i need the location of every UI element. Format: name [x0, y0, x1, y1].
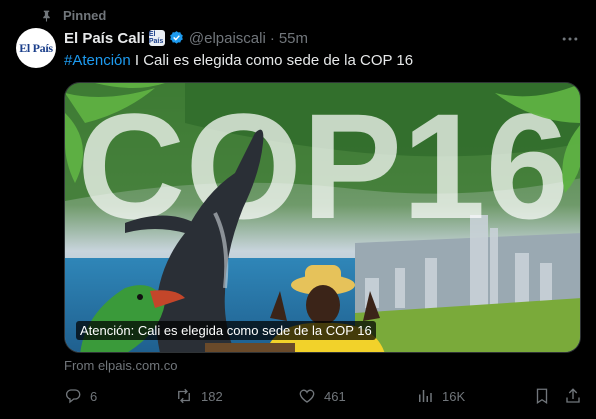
reply-count: 6: [90, 388, 98, 404]
like-icon: [299, 389, 315, 403]
avatar-logo-text: El País: [19, 40, 53, 55]
avatar[interactable]: El País: [16, 28, 56, 68]
verified-icon[interactable]: [168, 30, 185, 47]
cop16-image: COP16: [65, 83, 580, 352]
pinned-indicator: Pinned: [40, 6, 106, 24]
views-button[interactable]: 16K: [416, 387, 465, 405]
pinned-label: Pinned: [63, 7, 107, 23]
tweet-text: #Atención I Cali es elegida como sede de…: [64, 51, 413, 71]
tweet[interactable]: Pinned El País El País Cali El País @elp…: [0, 0, 596, 419]
share-button[interactable]: [564, 387, 590, 405]
like-button[interactable]: 461: [298, 387, 346, 405]
repost-button[interactable]: 182: [175, 387, 223, 405]
link-source[interactable]: From elpais.com.co: [64, 358, 177, 373]
affiliate-badge[interactable]: El País: [148, 30, 165, 46]
timestamp[interactable]: 55m: [279, 30, 308, 47]
bookmark-button[interactable]: [533, 387, 559, 405]
media-card[interactable]: COP16: [64, 82, 581, 353]
action-bar: 6 182 461 16K: [64, 386, 581, 406]
views-count: 16K: [442, 388, 466, 404]
more-icon[interactable]: [560, 29, 580, 49]
author-name[interactable]: El País Cali: [64, 30, 145, 47]
share-icon: [566, 388, 580, 403]
author-handle[interactable]: @elpaiscali: [189, 30, 266, 47]
separator-dot: ·: [269, 29, 275, 47]
reply-icon: [65, 389, 81, 404]
tweet-header: El País Cali El País @elpaiscali · 55m: [64, 28, 308, 48]
pin-icon: [43, 10, 50, 21]
bookmark-icon: [536, 388, 548, 405]
repost-icon: [178, 388, 190, 404]
views-icon: [419, 390, 432, 402]
repost-count: 182: [201, 388, 223, 404]
reply-button[interactable]: 6: [64, 387, 97, 405]
hashtag-link[interactable]: #Atención: [64, 52, 131, 69]
tweet-body: I Cali es elegida como sede de la COP 16: [130, 52, 414, 69]
like-count: 461: [324, 388, 346, 404]
media-caption: Atención: Cali es elegida como sede de l…: [76, 321, 376, 340]
